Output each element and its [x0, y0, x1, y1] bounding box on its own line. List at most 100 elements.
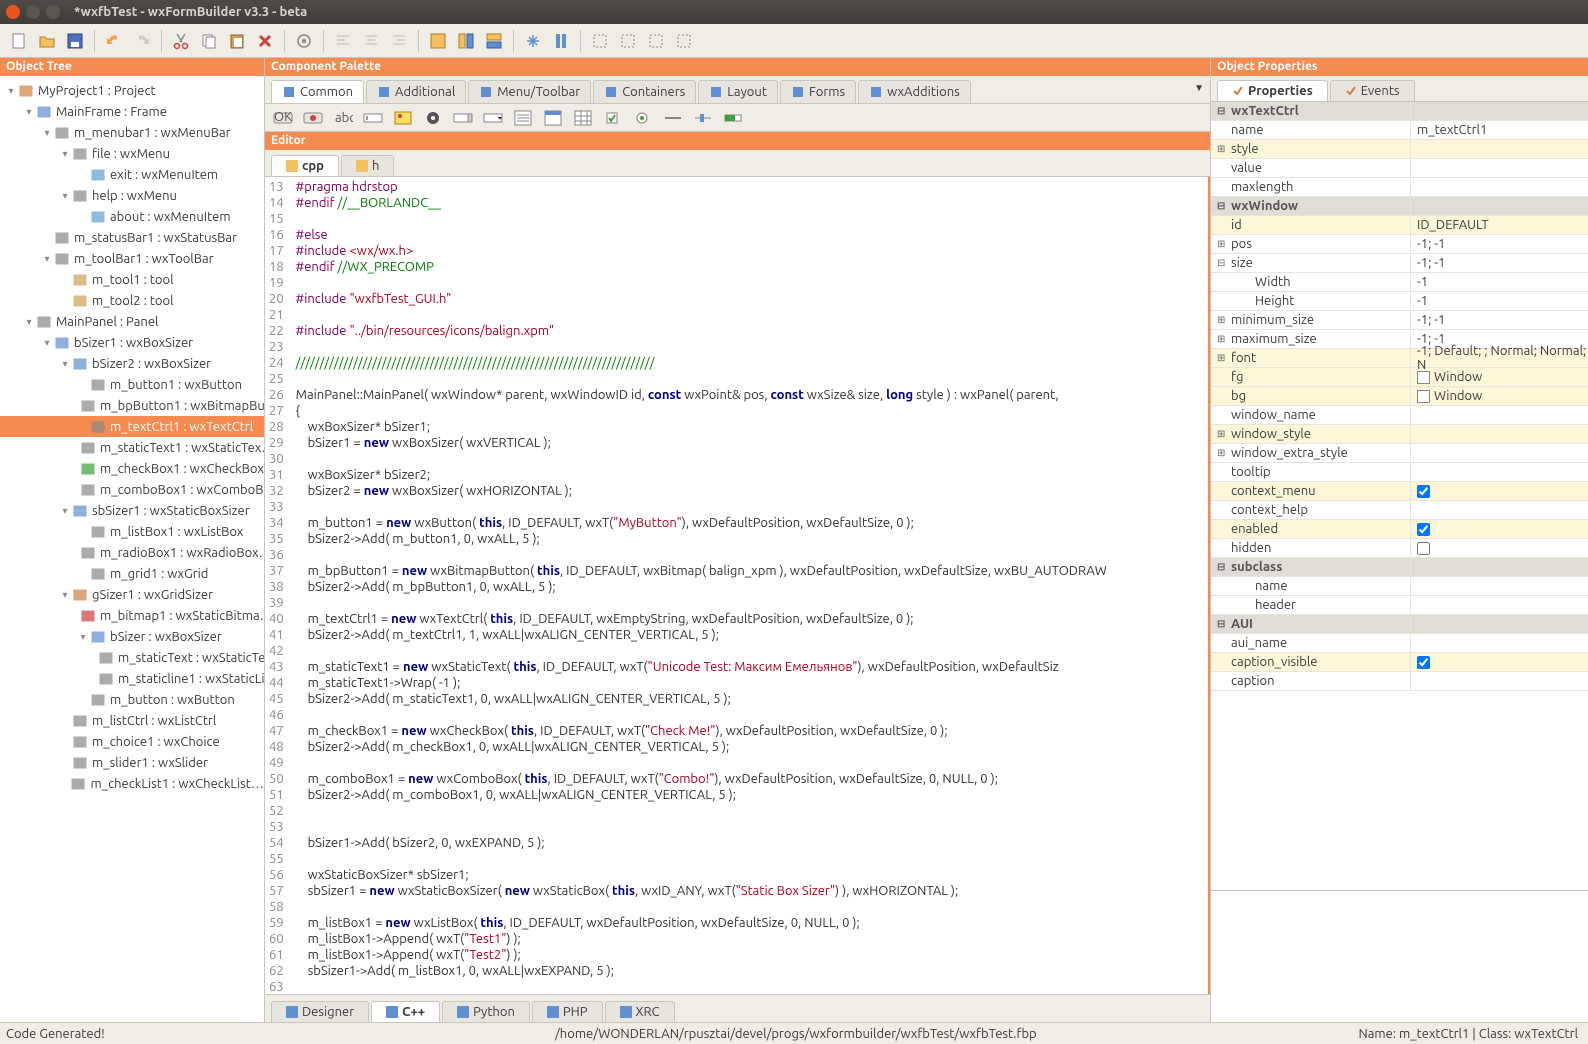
- tree-item[interactable]: ▾MainFrame : Frame: [0, 101, 264, 122]
- prop-row[interactable]: Height-1: [1211, 292, 1588, 311]
- layout2-button[interactable]: [453, 28, 479, 54]
- view-tab[interactable]: PHP: [532, 1001, 603, 1022]
- palette-tab[interactable]: Containers: [593, 80, 696, 103]
- editor-tab[interactable]: h: [341, 155, 394, 176]
- prop-checkbox[interactable]: [1417, 485, 1430, 498]
- tree-item[interactable]: m_comboBox1 : wxComboB…: [0, 479, 264, 500]
- view-tab[interactable]: C++: [371, 1001, 440, 1022]
- border3-button[interactable]: [643, 28, 669, 54]
- tree-item[interactable]: m_choice1 : wxChoice: [0, 731, 264, 752]
- palette-tab[interactable]: Menu/Toolbar: [468, 80, 591, 103]
- paste-button[interactable]: [224, 28, 250, 54]
- palette-checkbox-icon[interactable]: [603, 109, 623, 127]
- border1-button[interactable]: [587, 28, 613, 54]
- tree-item[interactable]: m_staticText : wxStaticTe…: [0, 647, 264, 668]
- expand-icon[interactable]: ⊞: [1217, 314, 1227, 326]
- tree-item[interactable]: m_bpButton1 : wxBitmapBu…: [0, 395, 264, 416]
- palette-slider-icon[interactable]: [693, 109, 713, 127]
- prop-row[interactable]: ⊞style: [1211, 140, 1588, 159]
- prop-row[interactable]: Width-1: [1211, 273, 1588, 292]
- tree-item[interactable]: ▾bSizer : wxBoxSizer: [0, 626, 264, 647]
- prop-row[interactable]: caption_visible: [1211, 653, 1588, 672]
- tree-toggle-icon[interactable]: ▾: [42, 127, 52, 139]
- code-editor[interactable]: 13 14 15 16 17 18 19 20 21 22 23 24 25 2…: [265, 176, 1210, 994]
- tree-toggle-icon[interactable]: ▾: [78, 631, 88, 643]
- prop-tab[interactable]: Events: [1330, 80, 1415, 101]
- collapse-icon[interactable]: ⊟: [1217, 200, 1227, 212]
- tree-item[interactable]: m_textCtrl1 : wxTextCtrl: [0, 416, 264, 437]
- palette-tab[interactable]: Additional: [366, 80, 466, 103]
- window-maximize-button[interactable]: [46, 5, 60, 19]
- editor-tab[interactable]: cpp: [271, 155, 339, 176]
- undo-button[interactable]: [101, 28, 127, 54]
- border2-button[interactable]: [615, 28, 641, 54]
- prop-row[interactable]: ⊞window_extra_style: [1211, 444, 1588, 463]
- tree-item[interactable]: about : wxMenuItem: [0, 206, 264, 227]
- tree-toggle-icon[interactable]: ▾: [24, 106, 34, 118]
- tree-item[interactable]: m_button1 : wxButton: [0, 374, 264, 395]
- tree-item[interactable]: m_bitmap1 : wxStaticBitma…: [0, 605, 264, 626]
- palette-bitmapbutton-icon[interactable]: [303, 109, 323, 127]
- tree-toggle-icon[interactable]: ▾: [60, 589, 70, 601]
- tree-item[interactable]: m_grid1 : wxGrid: [0, 563, 264, 584]
- prop-row[interactable]: ⊟size-1; -1: [1211, 254, 1588, 273]
- prop-row[interactable]: caption: [1211, 672, 1588, 691]
- save-button[interactable]: [62, 28, 88, 54]
- tree-item[interactable]: m_checkBox1 : wxCheckBox…: [0, 458, 264, 479]
- prop-row[interactable]: value: [1211, 159, 1588, 178]
- prop-checkbox[interactable]: [1417, 523, 1430, 536]
- collapse-icon[interactable]: ⊟: [1217, 618, 1227, 630]
- align-left-button[interactable]: [330, 28, 356, 54]
- palette-listbox-icon[interactable]: [513, 109, 533, 127]
- palette-bitmap-icon[interactable]: [393, 109, 413, 127]
- palette-tab[interactable]: Forms: [780, 80, 856, 103]
- tree-toggle-icon[interactable]: ▾: [60, 505, 70, 517]
- open-button[interactable]: [34, 28, 60, 54]
- tree-item[interactable]: ▾m_menubar1 : wxMenuBar: [0, 122, 264, 143]
- collapse-icon[interactable]: ⊟: [1217, 105, 1227, 117]
- align-center-button[interactable]: [358, 28, 384, 54]
- prop-row[interactable]: context_menu: [1211, 482, 1588, 501]
- view-tab[interactable]: Designer: [271, 1001, 369, 1022]
- object-tree[interactable]: ▾MyProject1 : Project▾MainFrame : Frame▾…: [0, 76, 264, 1022]
- tree-toggle-icon[interactable]: ▾: [42, 337, 52, 349]
- tree-item[interactable]: m_slider1 : wxSlider: [0, 752, 264, 773]
- tree-item[interactable]: ▾MainPanel : Panel: [0, 311, 264, 332]
- expand-icon[interactable]: ⊞: [1217, 143, 1227, 155]
- tree-item[interactable]: ▾bSizer1 : wxBoxSizer: [0, 332, 264, 353]
- collapse-icon[interactable]: ⊟: [1217, 561, 1227, 573]
- palette-radio-icon[interactable]: [633, 109, 653, 127]
- align-right-button[interactable]: [386, 28, 412, 54]
- layout1-button[interactable]: [425, 28, 451, 54]
- tree-item[interactable]: m_staticline1 : wxStaticLi…: [0, 668, 264, 689]
- border4-button[interactable]: [671, 28, 697, 54]
- prop-row[interactable]: header: [1211, 596, 1588, 615]
- tree-item[interactable]: m_tool1 : tool: [0, 269, 264, 290]
- expand-icon[interactable]: ⊞: [1217, 447, 1227, 459]
- palette-tab[interactable]: wxAdditions: [858, 80, 971, 103]
- tree-item[interactable]: m_listCtrl : wxListCtrl: [0, 710, 264, 731]
- prop-row[interactable]: name: [1211, 577, 1588, 596]
- cut-button[interactable]: [168, 28, 194, 54]
- code-content[interactable]: #pragma hdrstop #endif //__BORLANDC__ #e…: [292, 177, 1111, 994]
- stretch-button[interactable]: [548, 28, 574, 54]
- prop-checkbox[interactable]: [1417, 542, 1430, 555]
- tree-toggle-icon[interactable]: ▾: [6, 85, 16, 97]
- view-tab[interactable]: XRC: [605, 1001, 675, 1022]
- palette-grid-icon[interactable]: [573, 109, 593, 127]
- tree-item[interactable]: m_tool2 : tool: [0, 290, 264, 311]
- tree-toggle-icon[interactable]: ▾: [60, 148, 70, 160]
- palette-staticline-icon[interactable]: [663, 109, 683, 127]
- prop-row[interactable]: context_help: [1211, 501, 1588, 520]
- tree-item[interactable]: m_listBox1 : wxListBox: [0, 521, 264, 542]
- tree-toggle-icon[interactable]: ▾: [42, 253, 52, 265]
- prop-tab[interactable]: Properties: [1217, 80, 1328, 101]
- palette-listctrl-icon[interactable]: [543, 109, 563, 127]
- tree-item[interactable]: ▾sbSizer1 : wxStaticBoxSizer: [0, 500, 264, 521]
- generate-button[interactable]: [291, 28, 317, 54]
- new-button[interactable]: [6, 28, 32, 54]
- delete-button[interactable]: [252, 28, 278, 54]
- window-minimize-button[interactable]: [26, 5, 40, 19]
- palette-choice-icon[interactable]: [483, 109, 503, 127]
- palette-gauge-icon[interactable]: [723, 109, 743, 127]
